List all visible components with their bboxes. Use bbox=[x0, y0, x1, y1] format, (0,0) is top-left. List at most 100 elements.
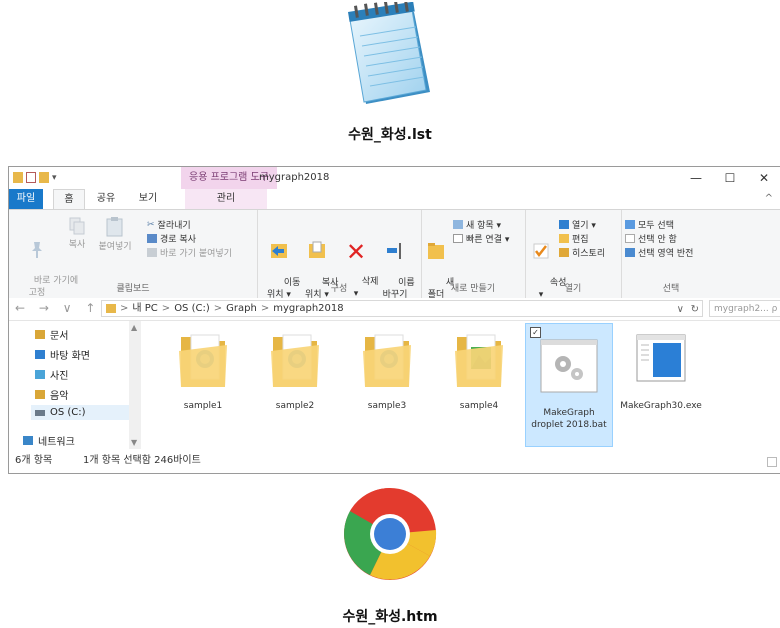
organize-group: 이동 위치 ▾ 복사 위치 ▾ ✕ 삭제 ▾ 이름 바꾸기 구성 bbox=[257, 210, 422, 300]
organize-group-label: 구성 bbox=[330, 284, 348, 294]
paste-button[interactable]: 붙여넣기 bbox=[93, 216, 137, 253]
move-to-icon bbox=[271, 244, 287, 258]
tab-manage[interactable]: 관리 bbox=[185, 189, 267, 209]
paste-shortcut-icon bbox=[147, 248, 157, 257]
folder-icon bbox=[106, 304, 116, 313]
address-bar: ← → ∨ ↑ > 내 PC > OS (C:) > Graph > mygra… bbox=[9, 298, 780, 321]
history-icon bbox=[559, 248, 569, 257]
properties-icon[interactable] bbox=[26, 172, 36, 183]
copy-path-button[interactable]: 경로 복사 bbox=[147, 232, 196, 245]
ribbon-collapse-icon[interactable]: ^ bbox=[765, 193, 773, 204]
copy-label: 복사 bbox=[68, 240, 86, 250]
new-item-button[interactable]: 새 항목 ▾ bbox=[453, 218, 501, 231]
nav-item-label: 사진 bbox=[50, 371, 69, 382]
maximize-button[interactable]: ☐ bbox=[713, 167, 747, 189]
search-input[interactable]: mygraph2... ρ bbox=[709, 300, 780, 317]
file-item-sample4[interactable]: sample4 bbox=[437, 329, 521, 412]
batch-file-icon bbox=[540, 339, 598, 393]
file-item-sample3[interactable]: sample3 bbox=[345, 329, 429, 412]
selection-info: 1개 항목 선택함 246바이트 bbox=[83, 455, 201, 466]
ribbon: 바로 가기에 고정 복사 붙여넣기 ✂ 잘라내기 경로 복사 바로 가기 붙여넣… bbox=[9, 209, 780, 300]
rename-icon bbox=[387, 243, 401, 259]
breadcrumb-separator: > bbox=[120, 303, 129, 314]
new-item-label: 새 항목 ▾ bbox=[466, 221, 502, 231]
nav-item-documents[interactable]: 문서 bbox=[35, 327, 68, 342]
close-button[interactable]: ✕ bbox=[747, 167, 780, 189]
title-bar: ▾ 응용 프로그램 도구 mygraph2018 — ☐ ✕ bbox=[9, 167, 780, 189]
select-none-icon bbox=[625, 234, 635, 243]
clipboard-group: 바로 가기에 고정 복사 붙여넣기 ✂ 잘라내기 경로 복사 바로 가기 붙여넣… bbox=[9, 210, 258, 298]
file-name: sample4 bbox=[459, 401, 499, 411]
paste-label: 붙여넣기 bbox=[98, 242, 132, 252]
notepad-icon bbox=[330, 0, 450, 110]
easy-access-icon bbox=[453, 234, 463, 243]
nav-item-music[interactable]: 음악 bbox=[35, 387, 68, 402]
paste-shortcut-label: 바로 가기 붙여넣기 bbox=[160, 249, 232, 259]
navigation-pane: 문서 바탕 화면 사진 음악 OS (C:) 네트워크 ▲ ▼ bbox=[9, 321, 141, 449]
file-name: sample2 bbox=[275, 401, 315, 411]
nav-item-label: 문서 bbox=[50, 331, 69, 342]
select-all-button[interactable]: 모두 선택 bbox=[625, 218, 674, 231]
tab-file[interactable]: 파일 bbox=[9, 189, 43, 209]
nav-scrollbar[interactable]: ▲ ▼ bbox=[129, 321, 141, 449]
breadcrumb-item[interactable]: OS (C:) bbox=[174, 300, 210, 317]
paste-shortcut-button[interactable]: 바로 가기 붙여넣기 bbox=[147, 246, 232, 259]
folder-icon bbox=[363, 334, 411, 387]
edit-button[interactable]: 편집 bbox=[559, 232, 589, 245]
refresh-icon[interactable]: ↻ bbox=[691, 301, 699, 318]
navigation-arrows[interactable]: ← → ∨ ↑ bbox=[15, 301, 100, 315]
status-bar: 6개 항목 1개 항목 선택함 246바이트 bbox=[9, 451, 780, 471]
breadcrumb-item[interactable]: 내 PC bbox=[132, 300, 157, 317]
select-none-button[interactable]: 선택 안 함 bbox=[625, 232, 677, 245]
details-view-icon[interactable] bbox=[767, 457, 777, 467]
select-group-label: 선택 bbox=[662, 284, 680, 294]
folder-icon bbox=[179, 334, 227, 387]
address-dropdown-icon[interactable]: ∨ bbox=[677, 301, 684, 318]
cut-button[interactable]: ✂ 잘라내기 bbox=[147, 218, 191, 232]
paste-icon bbox=[106, 217, 123, 237]
new-group: 새 폴더 새 항목 ▾ 빠른 연결 ▾ 새로 만들기 bbox=[421, 210, 526, 300]
history-button[interactable]: 히스토리 bbox=[559, 246, 605, 259]
open-button[interactable]: 열기 ▾ bbox=[559, 218, 596, 231]
tab-share[interactable]: 공유 bbox=[91, 189, 121, 209]
nav-item-network[interactable]: 네트워크 bbox=[23, 433, 75, 448]
new-folder-icon bbox=[428, 243, 444, 259]
minimize-button[interactable]: — bbox=[679, 167, 713, 189]
file-item-makegraph-exe[interactable]: MakeGraph30.exe bbox=[619, 329, 703, 412]
easy-access-button[interactable]: 빠른 연결 ▾ bbox=[453, 232, 509, 245]
quick-access-toolbar: ▾ bbox=[13, 172, 57, 183]
checkbox-icon[interactable]: ✓ bbox=[530, 327, 541, 338]
copy-path-icon bbox=[147, 234, 157, 243]
file-list: sample1 sample2 sample3 sample4 ✓ MakeGr… bbox=[141, 321, 780, 449]
new-folder-icon[interactable] bbox=[39, 172, 49, 183]
pin-to-quick-access-button[interactable]: 바로 가기에 고정 bbox=[11, 216, 78, 311]
history-label: 히스토리 bbox=[572, 249, 606, 259]
breadcrumb-item[interactable]: mygraph2018 bbox=[273, 300, 343, 317]
properties-check-icon bbox=[533, 243, 549, 259]
breadcrumb[interactable]: > 내 PC > OS (C:) > Graph > mygraph2018 ∨… bbox=[101, 300, 703, 317]
delete-icon: ✕ bbox=[345, 238, 367, 266]
drive-icon bbox=[35, 409, 45, 416]
copy-button[interactable]: 복사 bbox=[63, 216, 91, 251]
scroll-up-icon[interactable]: ▲ bbox=[131, 323, 137, 332]
select-all-icon bbox=[625, 220, 635, 229]
file-item-makegraph-bat[interactable]: ✓ MakeGraph droplet 2018.bat bbox=[525, 323, 613, 447]
edit-label: 편집 bbox=[572, 235, 589, 245]
file-item-sample2[interactable]: sample2 bbox=[253, 329, 337, 412]
breadcrumb-item[interactable]: Graph bbox=[226, 300, 257, 317]
scroll-down-icon[interactable]: ▼ bbox=[131, 438, 137, 447]
invert-selection-button[interactable]: 선택 영역 반전 bbox=[625, 246, 693, 259]
nav-item-desktop[interactable]: 바탕 화면 bbox=[35, 347, 90, 362]
file-item-sample1[interactable]: sample1 bbox=[161, 329, 245, 412]
nav-item-os-drive[interactable]: OS (C:) bbox=[31, 405, 135, 420]
select-none-label: 선택 안 함 bbox=[638, 235, 677, 245]
breadcrumb-separator: > bbox=[260, 303, 270, 314]
customize-qat-icon[interactable]: ▾ bbox=[52, 173, 57, 183]
tab-home[interactable]: 홈 bbox=[53, 189, 85, 210]
chrome-file-caption: 수원_화성.htm bbox=[342, 609, 438, 625]
application-icon bbox=[636, 334, 686, 382]
open-label: 열기 ▾ bbox=[572, 221, 596, 231]
desktop-icon bbox=[35, 350, 45, 359]
nav-item-pictures[interactable]: 사진 bbox=[35, 367, 68, 382]
tab-view[interactable]: 보기 bbox=[133, 189, 163, 209]
